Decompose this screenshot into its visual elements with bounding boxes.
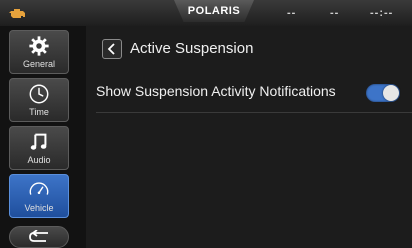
- page-title: Active Suspension: [130, 40, 254, 57]
- sidebar-item-audio[interactable]: Audio: [9, 126, 69, 170]
- toggle-knob: [383, 85, 399, 101]
- back-button[interactable]: [9, 226, 69, 248]
- setting-label: Show Suspension Activity Notifications: [96, 83, 336, 99]
- return-arrow-icon: [29, 230, 48, 242]
- gear-icon: [29, 36, 49, 56]
- sidebar-item-general[interactable]: General: [9, 30, 69, 74]
- clock: --:--: [370, 7, 394, 19]
- status-value-1: --: [287, 7, 297, 19]
- settings-panel: Active Suspension Show Suspension Activi…: [86, 26, 412, 248]
- sidebar-item-label: Audio: [27, 155, 51, 165]
- music-note-icon: [30, 133, 47, 150]
- status-bar: POLARIS -- -- --:--: [0, 0, 412, 27]
- status-value-2: --: [330, 7, 340, 19]
- speedometer-icon: [29, 182, 49, 195]
- check-engine-icon: [9, 9, 25, 18]
- clock-icon: [29, 84, 49, 104]
- sidebar-item-label: Time: [29, 107, 49, 117]
- sidebar-item-label: Vehicle: [24, 203, 54, 213]
- brand-logo: POLARIS: [174, 0, 254, 22]
- sidebar-item-label: General: [22, 59, 56, 69]
- sidebar-item-vehicle[interactable]: Vehicle: [9, 174, 69, 218]
- setting-row: Show Suspension Activity Notifications: [96, 74, 412, 113]
- chevron-left-icon: [107, 43, 115, 55]
- sidebar-item-time[interactable]: Time: [9, 78, 69, 122]
- notifications-toggle[interactable]: [366, 84, 400, 102]
- sidebar: General Time Audio Vehicle: [0, 26, 86, 248]
- header-back-button[interactable]: [102, 39, 122, 59]
- brand-name: POLARIS: [187, 5, 241, 17]
